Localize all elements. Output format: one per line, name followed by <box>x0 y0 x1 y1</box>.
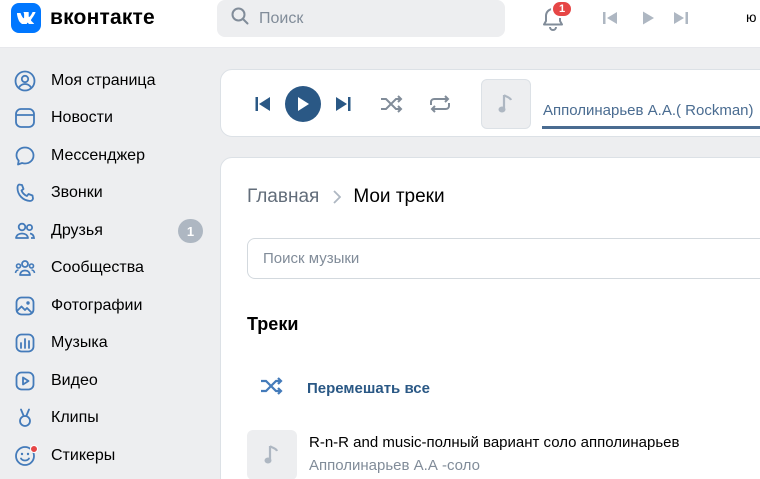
music-main-panel: Главная Мои треки Поиск музыки Треки Пер… <box>220 157 760 479</box>
breadcrumb: Главная Мои треки <box>247 186 445 208</box>
newspaper-icon <box>13 106 37 130</box>
music-bars-icon <box>13 331 37 355</box>
sidebar-item-label: Фотографии <box>51 296 143 314</box>
shuffle-all-label: Перемешать все <box>307 380 430 397</box>
search-input[interactable]: Поиск <box>217 0 505 37</box>
page-title: Мои треки <box>353 186 445 207</box>
track-title[interactable]: R-n-R and music-полный вариант соло аппо… <box>309 434 680 451</box>
top-header: вконтакте Поиск 1 ю <box>0 0 760 48</box>
user-circle-icon <box>13 69 37 93</box>
prev-track-icon[interactable] <box>251 93 275 115</box>
shuffle-icon[interactable] <box>378 91 406 117</box>
photo-icon <box>13 294 37 318</box>
audio-player: Апполинарьев А.А.( Rockman) <box>220 69 760 137</box>
now-playing-title[interactable]: Апполинарьев А.А.( Rockman) <box>543 102 754 119</box>
community-icon <box>13 256 37 280</box>
sidebar-item-label: Друзья <box>51 221 103 239</box>
vk-logo-icon <box>11 3 41 33</box>
header-next-track-icon[interactable] <box>671 8 691 28</box>
sidebar-item-stickers[interactable]: Стикеры <box>0 437 210 475</box>
music-note-icon <box>498 94 513 113</box>
notifications-badge: 1 <box>551 0 573 18</box>
sidebar: Моя страница Новости Мессенджер Звонки Д… <box>0 62 210 475</box>
sidebar-item-video[interactable]: Видео <box>0 362 210 400</box>
phone-icon <box>13 181 37 205</box>
logo-text: вконтакте <box>50 6 155 29</box>
now-playing-cover <box>481 79 531 129</box>
sidebar-item-label: Новости <box>51 109 113 127</box>
sidebar-item-label: Музыка <box>51 334 108 352</box>
sidebar-item-news[interactable]: Новости <box>0 100 210 138</box>
users-icon <box>13 219 37 243</box>
track-cover[interactable] <box>247 430 297 479</box>
tracks-heading: Треки <box>247 314 299 334</box>
sidebar-item-messenger[interactable]: Мессенджер <box>0 137 210 175</box>
search-icon <box>231 7 249 30</box>
sidebar-item-my-page[interactable]: Моя страница <box>0 62 210 100</box>
breadcrumb-home-link[interactable]: Главная <box>247 186 319 208</box>
video-icon <box>13 369 37 393</box>
sidebar-item-label: Сообщества <box>51 259 144 277</box>
clips-icon <box>13 406 37 430</box>
next-track-icon[interactable] <box>331 93 355 115</box>
music-search-input[interactable]: Поиск музыки <box>247 238 760 279</box>
vk-logo[interactable]: вконтакте <box>11 3 155 33</box>
music-note-icon <box>264 445 279 464</box>
shuffle-all-icon <box>259 376 285 401</box>
sidebar-item-label: Видео <box>51 371 98 389</box>
user-menu[interactable]: ю <box>746 9 757 25</box>
sidebar-item-label: Моя страница <box>51 71 156 89</box>
chevron-right-icon <box>333 190 342 204</box>
play-icon <box>298 97 309 111</box>
header-prev-track-icon[interactable] <box>600 8 620 28</box>
sidebar-item-music[interactable]: Музыка <box>0 325 210 363</box>
play-button[interactable] <box>285 86 321 122</box>
message-bubble-icon <box>13 144 37 168</box>
sidebar-item-friends[interactable]: Друзья 1 <box>0 212 210 250</box>
header-play-icon[interactable] <box>638 8 658 28</box>
shuffle-all-button[interactable]: Перемешать все <box>259 376 430 401</box>
sidebar-item-label: Мессенджер <box>51 146 145 164</box>
sidebar-item-clips[interactable]: Клипы <box>0 400 210 438</box>
sidebar-item-label: Звонки <box>51 184 103 202</box>
sidebar-item-communities[interactable]: Сообщества <box>0 250 210 288</box>
stickers-new-dot <box>30 445 38 453</box>
search-placeholder: Поиск <box>259 9 304 27</box>
sidebar-item-photos[interactable]: Фотографии <box>0 287 210 325</box>
repeat-icon[interactable] <box>426 91 454 117</box>
track-artist[interactable]: Апполинарьев А.А -соло <box>309 457 480 474</box>
playback-progress-bar[interactable] <box>542 126 760 129</box>
sidebar-item-label: Стикеры <box>51 446 116 464</box>
friends-count-badge: 1 <box>178 219 203 243</box>
sidebar-item-label: Клипы <box>51 409 99 427</box>
sidebar-item-calls[interactable]: Звонки <box>0 175 210 213</box>
